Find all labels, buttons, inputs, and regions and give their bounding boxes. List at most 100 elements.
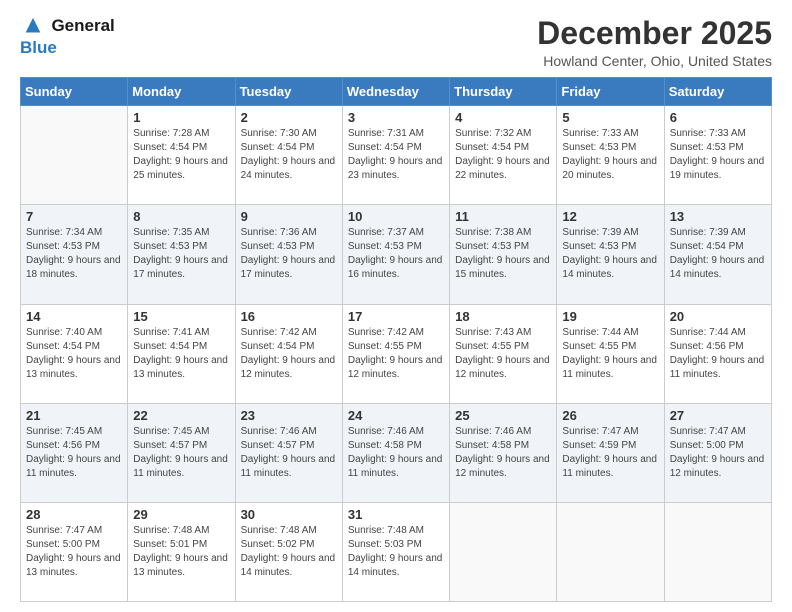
calendar-header-wednesday: Wednesday (342, 78, 449, 106)
calendar-week-row: 28 Sunrise: 7:47 AMSunset: 5:00 PMDayligh… (21, 502, 772, 601)
calendar-week-row: 21 Sunrise: 7:45 AMSunset: 4:56 PMDayligh… (21, 403, 772, 502)
day-number: 3 (348, 110, 444, 125)
calendar-cell: 10 Sunrise: 7:37 AMSunset: 4:53 PMDayligh… (342, 205, 449, 304)
day-number: 14 (26, 309, 122, 324)
day-info: Sunrise: 7:44 AMSunset: 4:56 PMDaylight:… (670, 326, 766, 382)
day-info: Sunrise: 7:46 AMSunset: 4:58 PMDaylight:… (455, 425, 551, 481)
logo: GeneralBlue (20, 16, 115, 58)
calendar-header-row: SundayMondayTuesdayWednesdayThursdayFrid… (21, 78, 772, 106)
day-info: Sunrise: 7:43 AMSunset: 4:55 PMDaylight:… (455, 326, 551, 382)
day-number: 30 (241, 507, 337, 522)
day-info: Sunrise: 7:36 AMSunset: 4:53 PMDaylight:… (241, 226, 337, 282)
calendar-cell: 1Sunrise: 7:28 AMSunset: 4:54 PMDaylight… (128, 106, 235, 205)
calendar-cell: 25 Sunrise: 7:46 AMSunset: 4:58 PMDayligh… (450, 403, 557, 502)
day-number: 25 (455, 408, 551, 423)
day-info: Sunrise: 7:44 AMSunset: 4:55 PMDaylight:… (562, 326, 658, 382)
calendar-cell: 30 Sunrise: 7:48 AMSunset: 5:02 PMDayligh… (235, 502, 342, 601)
day-info: Sunrise: 7:42 AMSunset: 4:54 PMDaylight:… (241, 326, 337, 382)
day-number: 21 (26, 408, 122, 423)
calendar-table: SundayMondayTuesdayWednesdayThursdayFrid… (20, 77, 772, 602)
calendar-cell: 14 Sunrise: 7:40 AMSunset: 4:54 PMDayligh… (21, 304, 128, 403)
calendar-week-row: 1Sunrise: 7:28 AMSunset: 4:54 PMDaylight… (21, 106, 772, 205)
day-info: Sunrise: 7:48 AMSunset: 5:02 PMDaylight:… (241, 524, 337, 580)
day-info: Sunrise: 7:40 AMSunset: 4:54 PMDaylight:… (26, 326, 122, 382)
day-number: 20 (670, 309, 766, 324)
day-number: 18 (455, 309, 551, 324)
day-number: 6 (670, 110, 766, 125)
calendar-header-monday: Monday (128, 78, 235, 106)
day-info: Sunrise: 7:33 AMSunset: 4:53 PMDaylight:… (670, 127, 766, 183)
calendar-week-row: 7 Sunrise: 7:34 AMSunset: 4:53 PMDaylight… (21, 205, 772, 304)
calendar-header-thursday: Thursday (450, 78, 557, 106)
day-number: 12 (562, 209, 658, 224)
calendar-cell: 4Sunrise: 7:32 AMSunset: 4:54 PMDaylight… (450, 106, 557, 205)
header: GeneralBlue December 2025 Howland Center… (20, 16, 772, 69)
day-info: Sunrise: 7:37 AMSunset: 4:53 PMDaylight:… (348, 226, 444, 282)
day-info: Sunrise: 7:42 AMSunset: 4:55 PMDaylight:… (348, 326, 444, 382)
day-info: Sunrise: 7:30 AMSunset: 4:54 PMDaylight:… (241, 127, 337, 183)
day-info: Sunrise: 7:47 AMSunset: 5:00 PMDaylight:… (26, 524, 122, 580)
calendar-cell: 8 Sunrise: 7:35 AMSunset: 4:53 PMDaylight… (128, 205, 235, 304)
day-number: 11 (455, 209, 551, 224)
location: Howland Center, Ohio, United States (537, 53, 772, 69)
calendar-week-row: 14 Sunrise: 7:40 AMSunset: 4:54 PMDayligh… (21, 304, 772, 403)
calendar-cell: 3 Sunrise: 7:31 AMSunset: 4:54 PMDaylight… (342, 106, 449, 205)
calendar-cell: 11 Sunrise: 7:38 AMSunset: 4:53 PMDayligh… (450, 205, 557, 304)
day-info: Sunrise: 7:48 AMSunset: 5:01 PMDaylight:… (133, 524, 229, 580)
day-info: Sunrise: 7:33 AMSunset: 4:53 PMDaylight:… (562, 127, 658, 183)
day-number: 22 (133, 408, 229, 423)
day-info: Sunrise: 7:47 AMSunset: 5:00 PMDaylight:… (670, 425, 766, 481)
day-number: 27 (670, 408, 766, 423)
calendar-cell: 27 Sunrise: 7:47 AMSunset: 5:00 PMDayligh… (664, 403, 771, 502)
day-number: 28 (26, 507, 122, 522)
calendar-cell (664, 502, 771, 601)
day-info: Sunrise: 7:39 AMSunset: 4:54 PMDaylight:… (670, 226, 766, 282)
day-number: 23 (241, 408, 337, 423)
calendar-cell: 23 Sunrise: 7:46 AMSunset: 4:57 PMDayligh… (235, 403, 342, 502)
calendar-cell: 12Sunrise: 7:39 AMSunset: 4:53 PMDayligh… (557, 205, 664, 304)
day-number: 16 (241, 309, 337, 324)
day-number: 4 (455, 110, 551, 125)
day-info: Sunrise: 7:45 AMSunset: 4:57 PMDaylight:… (133, 425, 229, 481)
day-info: Sunrise: 7:45 AMSunset: 4:56 PMDaylight:… (26, 425, 122, 481)
day-info: Sunrise: 7:47 AMSunset: 4:59 PMDaylight:… (562, 425, 658, 481)
title-block: December 2025 Howland Center, Ohio, Unit… (537, 16, 772, 69)
calendar-cell: 19 Sunrise: 7:44 AMSunset: 4:55 PMDayligh… (557, 304, 664, 403)
day-info: Sunrise: 7:46 AMSunset: 4:58 PMDaylight:… (348, 425, 444, 481)
calendar-cell: 6 Sunrise: 7:33 AMSunset: 4:53 PMDaylight… (664, 106, 771, 205)
calendar-cell: 29Sunrise: 7:48 AMSunset: 5:01 PMDayligh… (128, 502, 235, 601)
calendar-cell: 28 Sunrise: 7:47 AMSunset: 5:00 PMDayligh… (21, 502, 128, 601)
calendar-cell (21, 106, 128, 205)
day-number: 10 (348, 209, 444, 224)
day-info: Sunrise: 7:35 AMSunset: 4:53 PMDaylight:… (133, 226, 229, 282)
day-number: 17 (348, 309, 444, 324)
day-number: 2 (241, 110, 337, 125)
day-info: Sunrise: 7:31 AMSunset: 4:54 PMDaylight:… (348, 127, 444, 183)
calendar-header-friday: Friday (557, 78, 664, 106)
calendar-cell: 26Sunrise: 7:47 AMSunset: 4:59 PMDayligh… (557, 403, 664, 502)
page: GeneralBlue December 2025 Howland Center… (0, 0, 792, 612)
calendar-cell: 2 Sunrise: 7:30 AMSunset: 4:54 PMDaylight… (235, 106, 342, 205)
day-number: 7 (26, 209, 122, 224)
calendar-cell: 13Sunrise: 7:39 AMSunset: 4:54 PMDayligh… (664, 205, 771, 304)
day-number: 5 (562, 110, 658, 125)
calendar-cell: 24Sunrise: 7:46 AMSunset: 4:58 PMDayligh… (342, 403, 449, 502)
month-title: December 2025 (537, 16, 772, 51)
day-number: 31 (348, 507, 444, 522)
calendar-cell: 16 Sunrise: 7:42 AMSunset: 4:54 PMDayligh… (235, 304, 342, 403)
day-number: 19 (562, 309, 658, 324)
calendar-cell (450, 502, 557, 601)
calendar-cell: 22 Sunrise: 7:45 AMSunset: 4:57 PMDayligh… (128, 403, 235, 502)
day-info: Sunrise: 7:38 AMSunset: 4:53 PMDaylight:… (455, 226, 551, 282)
calendar-cell: 17 Sunrise: 7:42 AMSunset: 4:55 PMDayligh… (342, 304, 449, 403)
calendar-cell: 21 Sunrise: 7:45 AMSunset: 4:56 PMDayligh… (21, 403, 128, 502)
calendar-cell: 7 Sunrise: 7:34 AMSunset: 4:53 PMDaylight… (21, 205, 128, 304)
day-info: Sunrise: 7:34 AMSunset: 4:53 PMDaylight:… (26, 226, 122, 282)
day-number: 8 (133, 209, 229, 224)
calendar-cell: 9 Sunrise: 7:36 AMSunset: 4:53 PMDaylight… (235, 205, 342, 304)
day-info: Sunrise: 7:46 AMSunset: 4:57 PMDaylight:… (241, 425, 337, 481)
calendar-header-sunday: Sunday (21, 78, 128, 106)
calendar-cell: 15Sunrise: 7:41 AMSunset: 4:54 PMDayligh… (128, 304, 235, 403)
day-number: 9 (241, 209, 337, 224)
calendar-cell: 18 Sunrise: 7:43 AMSunset: 4:55 PMDayligh… (450, 304, 557, 403)
